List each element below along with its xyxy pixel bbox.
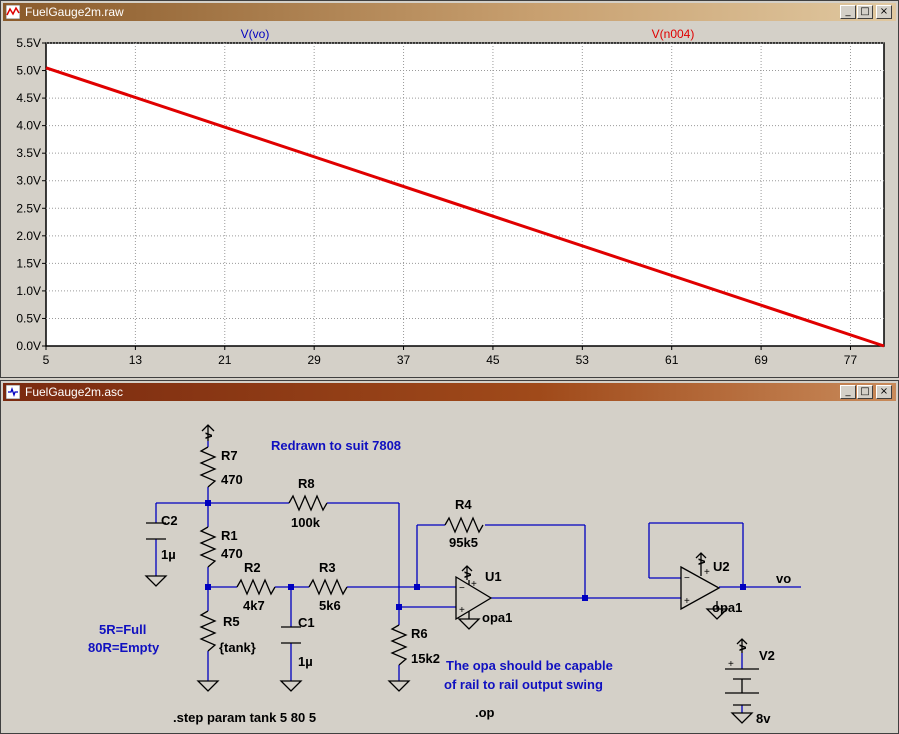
- y-tick-label: 5.0V: [16, 64, 41, 78]
- note-empty: 80R=Empty: [88, 640, 160, 655]
- v2-value: 8v: [756, 711, 771, 726]
- svg-text:−: −: [459, 583, 465, 594]
- x-tick-label: 61: [665, 353, 679, 367]
- x-tick-label: 21: [218, 353, 232, 367]
- y-tick-label: 2.5V: [16, 201, 41, 215]
- schematic-icon: [6, 385, 20, 399]
- plot-window-titlebar[interactable]: FuelGauge2m.raw _ □ ×: [3, 3, 896, 21]
- waveform-icon: [6, 5, 20, 19]
- op-directive[interactable]: .op: [475, 705, 495, 720]
- plot-window-title: FuelGauge2m.raw: [25, 5, 124, 19]
- u1-label: U1: [485, 569, 502, 584]
- v2-label: V2: [759, 648, 775, 663]
- waveform-plot[interactable]: 5 13 21 29 37 45 53 61 69 77 0.0V 0.5V 1.0V 1.5V 2.0V 2…: [3, 23, 898, 375]
- x-tick-label: 5: [43, 353, 50, 367]
- y-tick-label: 0.5V: [16, 311, 41, 325]
- r7-value: 470: [221, 472, 243, 487]
- svg-text:−: −: [684, 573, 690, 584]
- r1-label: R1: [221, 528, 238, 543]
- svg-text:+: +: [704, 567, 710, 578]
- u2-model: opa1: [712, 600, 742, 615]
- plot-window: FuelGauge2m.raw _ □ × 5 13 21 29 37 45 53 61 69 7…: [0, 0, 899, 378]
- y-tick-label: 3.0V: [16, 174, 41, 188]
- x-tick-label: 69: [754, 353, 768, 367]
- r5-value: {tank}: [219, 640, 256, 655]
- svg-text:+: +: [728, 659, 734, 670]
- y-tick-label: 5.5V: [16, 36, 41, 50]
- note-opa-line1: The opa should be capable: [446, 658, 613, 673]
- maximize-button[interactable]: □: [857, 5, 873, 19]
- y-tick-label: 0.0V: [16, 339, 41, 353]
- r6-label: R6: [411, 626, 428, 641]
- close-button[interactable]: ×: [876, 5, 892, 19]
- y-tick-label: 1.5V: [16, 256, 41, 270]
- x-tick-label: 13: [129, 353, 143, 367]
- svg-text:+: +: [471, 579, 477, 590]
- step-directive[interactable]: .step param tank 5 80 5: [173, 710, 316, 725]
- schematic-window-title: FuelGauge2m.asc: [25, 385, 124, 399]
- supply-label-u1: v: [460, 571, 474, 578]
- r3-value: 5k6: [319, 598, 341, 613]
- close-button[interactable]: ×: [876, 385, 892, 399]
- x-tick-label: 45: [486, 353, 500, 367]
- y-tick-label: 4.0V: [16, 119, 41, 133]
- r2-value: 4k7: [243, 598, 265, 613]
- y-tick-label: 4.5V: [16, 91, 41, 105]
- x-tick-label: 77: [844, 353, 858, 367]
- x-tick-label: 37: [397, 353, 411, 367]
- r1-value: 470: [221, 546, 243, 561]
- x-tick-label: 53: [576, 353, 590, 367]
- supply-label-v2: v: [735, 644, 749, 651]
- schematic-window: FuelGauge2m.asc _ □ × − + − + + + + R7 4…: [0, 380, 899, 734]
- legend-vo: V(vo): [241, 27, 270, 41]
- u2-label: U2: [713, 559, 730, 574]
- c2-value: 1µ: [161, 547, 176, 562]
- svg-text:+: +: [684, 596, 690, 607]
- y-tick-label: 3.5V: [16, 146, 41, 160]
- supply-label-r7: v: [201, 432, 215, 439]
- r7-label: R7: [221, 448, 238, 463]
- output-net-label: vo: [776, 571, 791, 586]
- note-opa-line2: of rail to rail output swing: [444, 677, 603, 692]
- c1-label: C1: [298, 615, 315, 630]
- supply-label-u2: v: [694, 558, 708, 565]
- legend-n004: V(n004): [652, 27, 695, 41]
- r8-value: 100k: [291, 515, 321, 530]
- y-tick-label: 2.0V: [16, 229, 41, 243]
- r4-label: R4: [455, 497, 472, 512]
- u1-model: opa1: [482, 610, 512, 625]
- svg-text:+: +: [459, 605, 465, 616]
- y-tick-label: 1.0V: [16, 284, 41, 298]
- note-full: 5R=Full: [99, 622, 146, 637]
- x-tick-label: 29: [307, 353, 321, 367]
- r3-label: R3: [319, 560, 336, 575]
- r5-label: R5: [223, 614, 240, 629]
- maximize-button[interactable]: □: [857, 385, 873, 399]
- minimize-button[interactable]: _: [840, 5, 856, 19]
- minimize-button[interactable]: _: [840, 385, 856, 399]
- r2-label: R2: [244, 560, 261, 575]
- schematic-window-titlebar[interactable]: FuelGauge2m.asc _ □ ×: [3, 383, 896, 401]
- c1-value: 1µ: [298, 654, 313, 669]
- plot-area: [45, 42, 885, 347]
- note-redrawn: Redrawn to suit 7808: [271, 438, 401, 453]
- c2-label: C2: [161, 513, 178, 528]
- r6-value: 15k2: [411, 651, 440, 666]
- r8-label: R8: [298, 476, 315, 491]
- r4-value: 95k5: [449, 535, 478, 550]
- schematic-canvas[interactable]: −+ −+ + + + R7 470 R8 100k C2 1µ R1 470 …: [3, 403, 898, 733]
